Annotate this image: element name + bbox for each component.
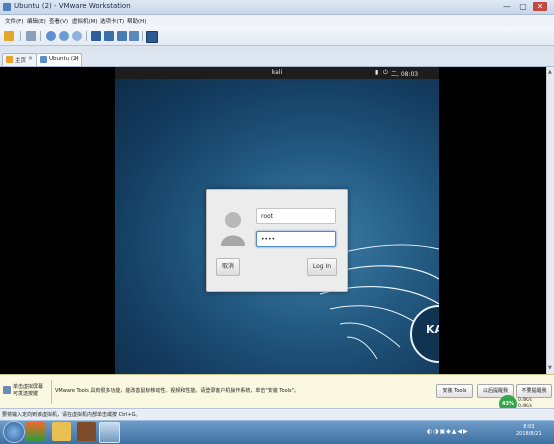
menu-file[interactable]: 文件(F): [5, 17, 23, 25]
kali-logo: KA: [426, 323, 439, 336]
guest-battery-icon[interactable]: ▮: [375, 69, 378, 76]
tab-vm-close-icon[interactable]: ×: [74, 55, 79, 62]
library-icon[interactable]: [91, 31, 101, 41]
unity-icon[interactable]: [129, 31, 139, 41]
menu-help[interactable]: 帮助(H): [127, 17, 146, 25]
tab-ubuntu-2[interactable]: Ubuntu (2) ×: [36, 53, 82, 66]
menu-tabs[interactable]: 选项卡(T): [100, 17, 124, 25]
console-view-icon[interactable]: [146, 31, 158, 43]
scroll-down-icon[interactable]: ▼: [548, 365, 552, 371]
menu-view[interactable]: 查看(V): [49, 17, 68, 25]
status-text: 要将输入定向到该虚拟机，请在虚拟机内部单击或按 Ctrl+G。: [2, 412, 141, 418]
minimize-button[interactable]: —: [500, 2, 514, 11]
thumbnail-icon[interactable]: [104, 31, 114, 41]
window-title: Ubuntu (2) - VMware Workstation: [14, 2, 131, 10]
guest-top-panel: kali ▮ ⏻ 二, 08:03: [115, 67, 439, 79]
send-keys-icon[interactable]: [26, 31, 36, 41]
notice-divider: [51, 380, 52, 404]
maximize-button[interactable]: ▢: [516, 2, 530, 11]
tab-home-close-icon[interactable]: ×: [28, 55, 33, 62]
notice-hint-line1: 单击虚拟屏幕: [13, 384, 44, 390]
snapshot-manager-icon[interactable]: [72, 31, 82, 41]
vmware-taskbar-icon[interactable]: [99, 422, 120, 443]
taskbar-time: 8:03: [523, 424, 535, 430]
archive-icon[interactable]: [77, 422, 96, 441]
tab-bar: 主页 × Ubuntu (2) ×: [0, 52, 554, 67]
guest-power-icon[interactable]: ⏻: [383, 69, 388, 77]
scroll-up-icon[interactable]: ▲: [548, 69, 552, 75]
username-field[interactable]: root: [256, 208, 336, 224]
vmware-app-icon: [3, 3, 11, 11]
explorer-icon[interactable]: [52, 422, 71, 441]
toolbar-separator: [40, 31, 41, 41]
cancel-button[interactable]: 取消: [216, 258, 240, 276]
vm-icon: [40, 56, 47, 63]
notice-message: VMware Tools 具有很多功能，能改善鼠标移动性、视频和性能。请登录客户…: [55, 388, 299, 394]
taskbar-date: 2018/8/21: [516, 431, 542, 437]
power-icon[interactable]: [4, 31, 14, 41]
revert-snapshot-icon[interactable]: [59, 31, 69, 41]
window-title-bar: Ubuntu (2) - VMware Workstation — ▢ ✕: [0, 0, 554, 15]
taskbar-clock[interactable]: 8:03 2018/8/21: [516, 424, 542, 438]
system-tray-icons[interactable]: ◐◑▣◆▲◀▶: [427, 428, 469, 435]
fullscreen-icon[interactable]: [117, 31, 127, 41]
toolbar: [0, 27, 554, 46]
install-tools-button[interactable]: 安装 Tools: [436, 384, 473, 398]
toolbar-separator: [86, 31, 87, 41]
home-icon: [6, 56, 13, 63]
snapshot-icon[interactable]: [46, 31, 56, 41]
keyboard-icon: [3, 386, 11, 394]
menu-vm[interactable]: 虚拟机(M): [72, 17, 98, 25]
tab-home-label: 主页: [15, 58, 27, 64]
toolbar-separator: [142, 31, 143, 41]
tab-home[interactable]: 主页 ×: [2, 53, 37, 66]
login-dialog: root •••• 取消 Log In: [206, 189, 348, 292]
vertical-scrollbar[interactable]: ▲ ▼: [546, 67, 554, 374]
notice-hint: 单击虚拟屏幕 可发送按键: [13, 384, 43, 398]
notice-hint-line2: 可发送按键: [13, 391, 39, 397]
taskbar-app-icon[interactable]: [26, 422, 45, 441]
login-button[interactable]: Log In: [307, 258, 337, 276]
guest-clock[interactable]: 二, 08:03: [391, 69, 418, 78]
menu-bar: 文件(F) 编辑(E) 查看(V) 虚拟机(M) 选项卡(T) 帮助(H): [0, 15, 554, 27]
user-avatar-icon: [221, 212, 245, 246]
password-field[interactable]: ••••: [256, 231, 336, 247]
menu-edit[interactable]: 编辑(E): [27, 17, 46, 25]
toolbar-separator: [20, 31, 21, 41]
never-remind-button[interactable]: 不要提醒我: [516, 384, 552, 398]
close-button[interactable]: ✕: [533, 2, 547, 11]
start-button[interactable]: [3, 421, 25, 443]
